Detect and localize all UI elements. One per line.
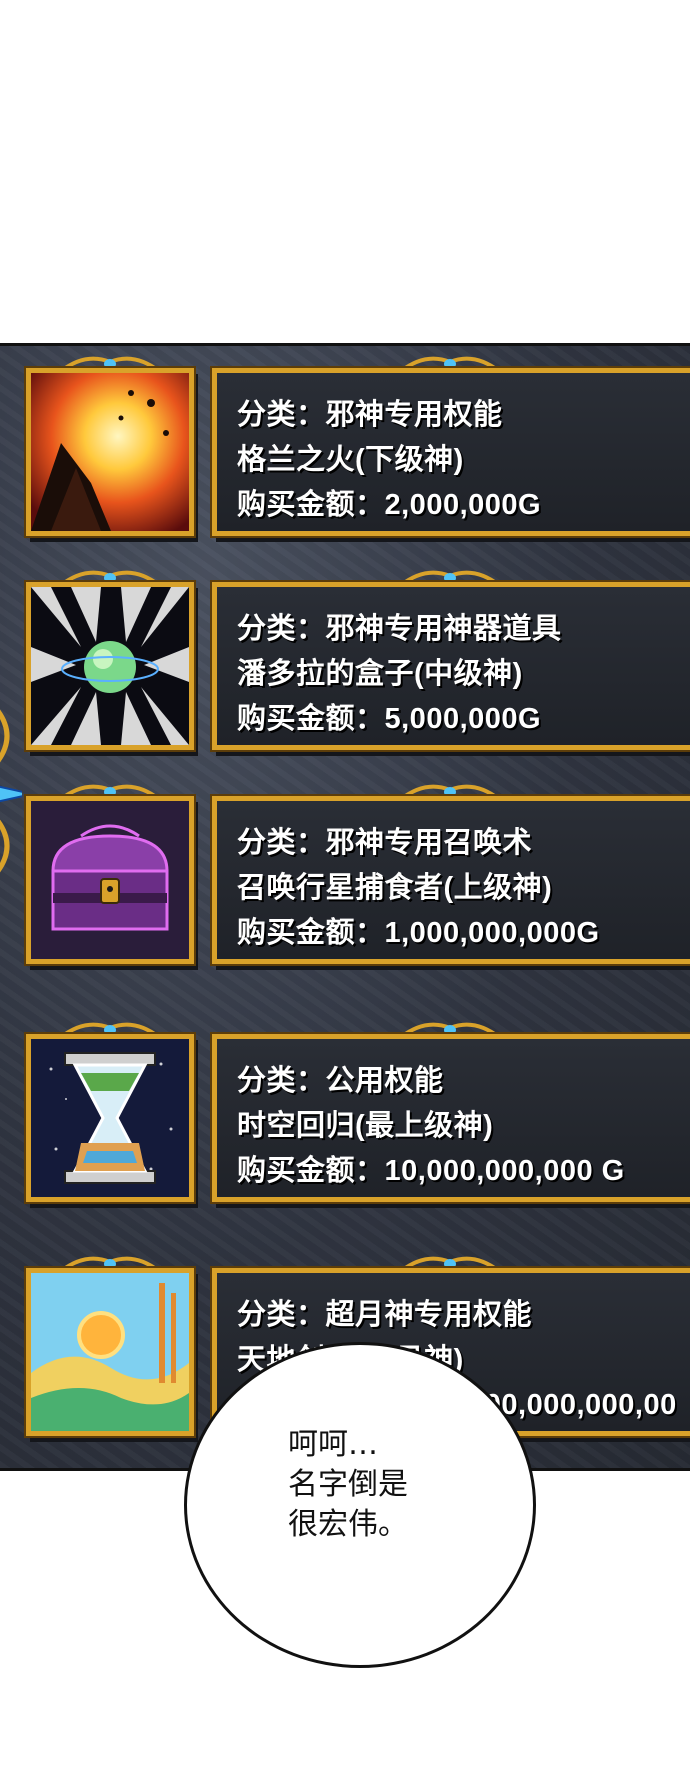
item-price: 购买金额：5,000,000G <box>237 703 542 735</box>
speech-line: 很宏伟。 <box>288 1507 408 1542</box>
item-info-card: 分类：邪神专用神器道具 潘多拉的盒子(中级神) 购买金额：5,000,000G <box>212 582 690 750</box>
item-name: 格兰之火(下级神) <box>237 444 464 476</box>
item-price: 购买金额：2,000,000G <box>237 489 542 521</box>
item-name: 召唤行星捕食者(上级神) <box>237 872 553 904</box>
shop-item[interactable]: 分类：邪神专用神器道具 潘多拉的盒子(中级神) 购买金额：5,000,000G <box>0 560 690 750</box>
treasure-chest-icon <box>26 796 194 964</box>
item-price: 购买金额：1,000,000,000G <box>237 917 600 949</box>
item-category: 分类：邪神专用神器道具 <box>237 613 562 645</box>
shop-item[interactable]: 分类：邪神专用权能 格兰之火(下级神) 购买金额：2,000,000G <box>0 346 690 536</box>
shop-item[interactable]: 分类：邪神专用召唤术 召唤行星捕食者(上级神) 购买金额：1,000,000,0… <box>0 774 690 964</box>
item-category: 分类：超月神专用权能 <box>237 1299 533 1331</box>
fire-eruption-icon <box>26 368 194 536</box>
landscape-sun-icon <box>26 1268 194 1436</box>
speech-bubble-text: 呵呵… 名字倒是 很宏伟。 <box>288 1425 468 1545</box>
planet-box-icon <box>26 582 194 750</box>
item-info-card: 分类：邪神专用召唤术 召唤行星捕食者(上级神) 购买金额：1,000,000,0… <box>212 796 690 964</box>
item-info-card: 分类：邪神专用权能 格兰之火(下级神) 购买金额：2,000,000G <box>212 368 690 536</box>
item-name: 时空回归(最上级神) <box>237 1110 494 1142</box>
speech-line: 呵呵… <box>288 1427 378 1462</box>
item-name: 潘多拉的盒子(中级神) <box>237 658 523 690</box>
item-category: 分类：邪神专用召唤术 <box>237 827 533 859</box>
speech-line: 名字倒是 <box>288 1467 408 1502</box>
item-category: 分类：公用权能 <box>237 1065 444 1097</box>
hourglass-icon <box>26 1034 194 1202</box>
item-category: 分类：邪神专用权能 <box>237 399 503 431</box>
item-info-card: 分类：公用权能 时空回归(最上级神) 购买金额：10,000,000,000 G <box>212 1034 690 1202</box>
shop-panel: 分类：邪神专用权能 格兰之火(下级神) 购买金额：2,000,000G 分类：邪… <box>0 343 690 1471</box>
item-price: 购买金额：10,000,000,000 G <box>237 1155 625 1187</box>
shop-item[interactable]: 分类：公用权能 时空回归(最上级神) 购买金额：10,000,000,000 G <box>0 1012 690 1202</box>
